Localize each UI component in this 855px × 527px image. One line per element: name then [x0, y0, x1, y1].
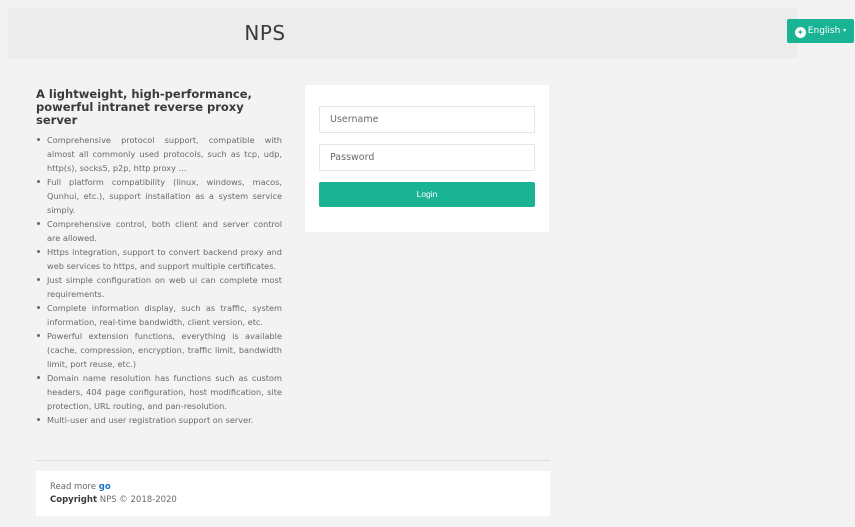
divider	[36, 460, 550, 461]
read-more-label: Read more	[50, 482, 97, 492]
language-dropdown-button[interactable]: ✦ English ▾	[787, 19, 854, 43]
feature-item: Powerful extension functions, everything…	[36, 329, 282, 371]
intro-heading: A lightweight, high-performance, powerfu…	[36, 87, 252, 127]
login-button[interactable]: Login	[319, 182, 535, 207]
feature-item: Comprehensive protocol support, compatib…	[36, 133, 282, 175]
feature-item: Comprehensive control, both client and s…	[36, 217, 282, 245]
copyright-line: Copyright NPS © 2018-2020	[50, 494, 536, 507]
feature-item: Https integration, support to convert ba…	[36, 245, 282, 273]
intro-section: A lightweight, high-performance, powerfu…	[36, 88, 282, 427]
read-more-link[interactable]: go	[99, 482, 111, 492]
top-navbar: NPS	[8, 8, 798, 58]
password-input[interactable]	[319, 144, 535, 171]
language-label: English	[807, 26, 841, 36]
feature-list: Comprehensive protocol support, compatib…	[36, 133, 282, 427]
footer: Read more go Copyright NPS © 2018-2020	[36, 471, 550, 516]
feature-item: Complete information display, such as tr…	[36, 301, 282, 329]
copyright-text: NPS © 2018-2020	[99, 495, 177, 505]
feature-item: Multi-user and user registration support…	[36, 413, 282, 427]
globe-icon: ✦	[794, 27, 806, 38]
feature-item: Domain name resolution has functions suc…	[36, 371, 282, 413]
copyright-label: Copyright	[50, 495, 98, 505]
chevron-down-icon: ▾	[843, 27, 847, 34]
login-form: Login	[305, 85, 549, 232]
feature-item: Full platform compatibility (linux, wind…	[36, 175, 282, 217]
username-input[interactable]	[319, 106, 535, 133]
feature-item: Just simple configuration on web ui can …	[36, 273, 282, 301]
read-more-line: Read more go	[50, 481, 536, 494]
brand-title: NPS	[244, 21, 286, 45]
